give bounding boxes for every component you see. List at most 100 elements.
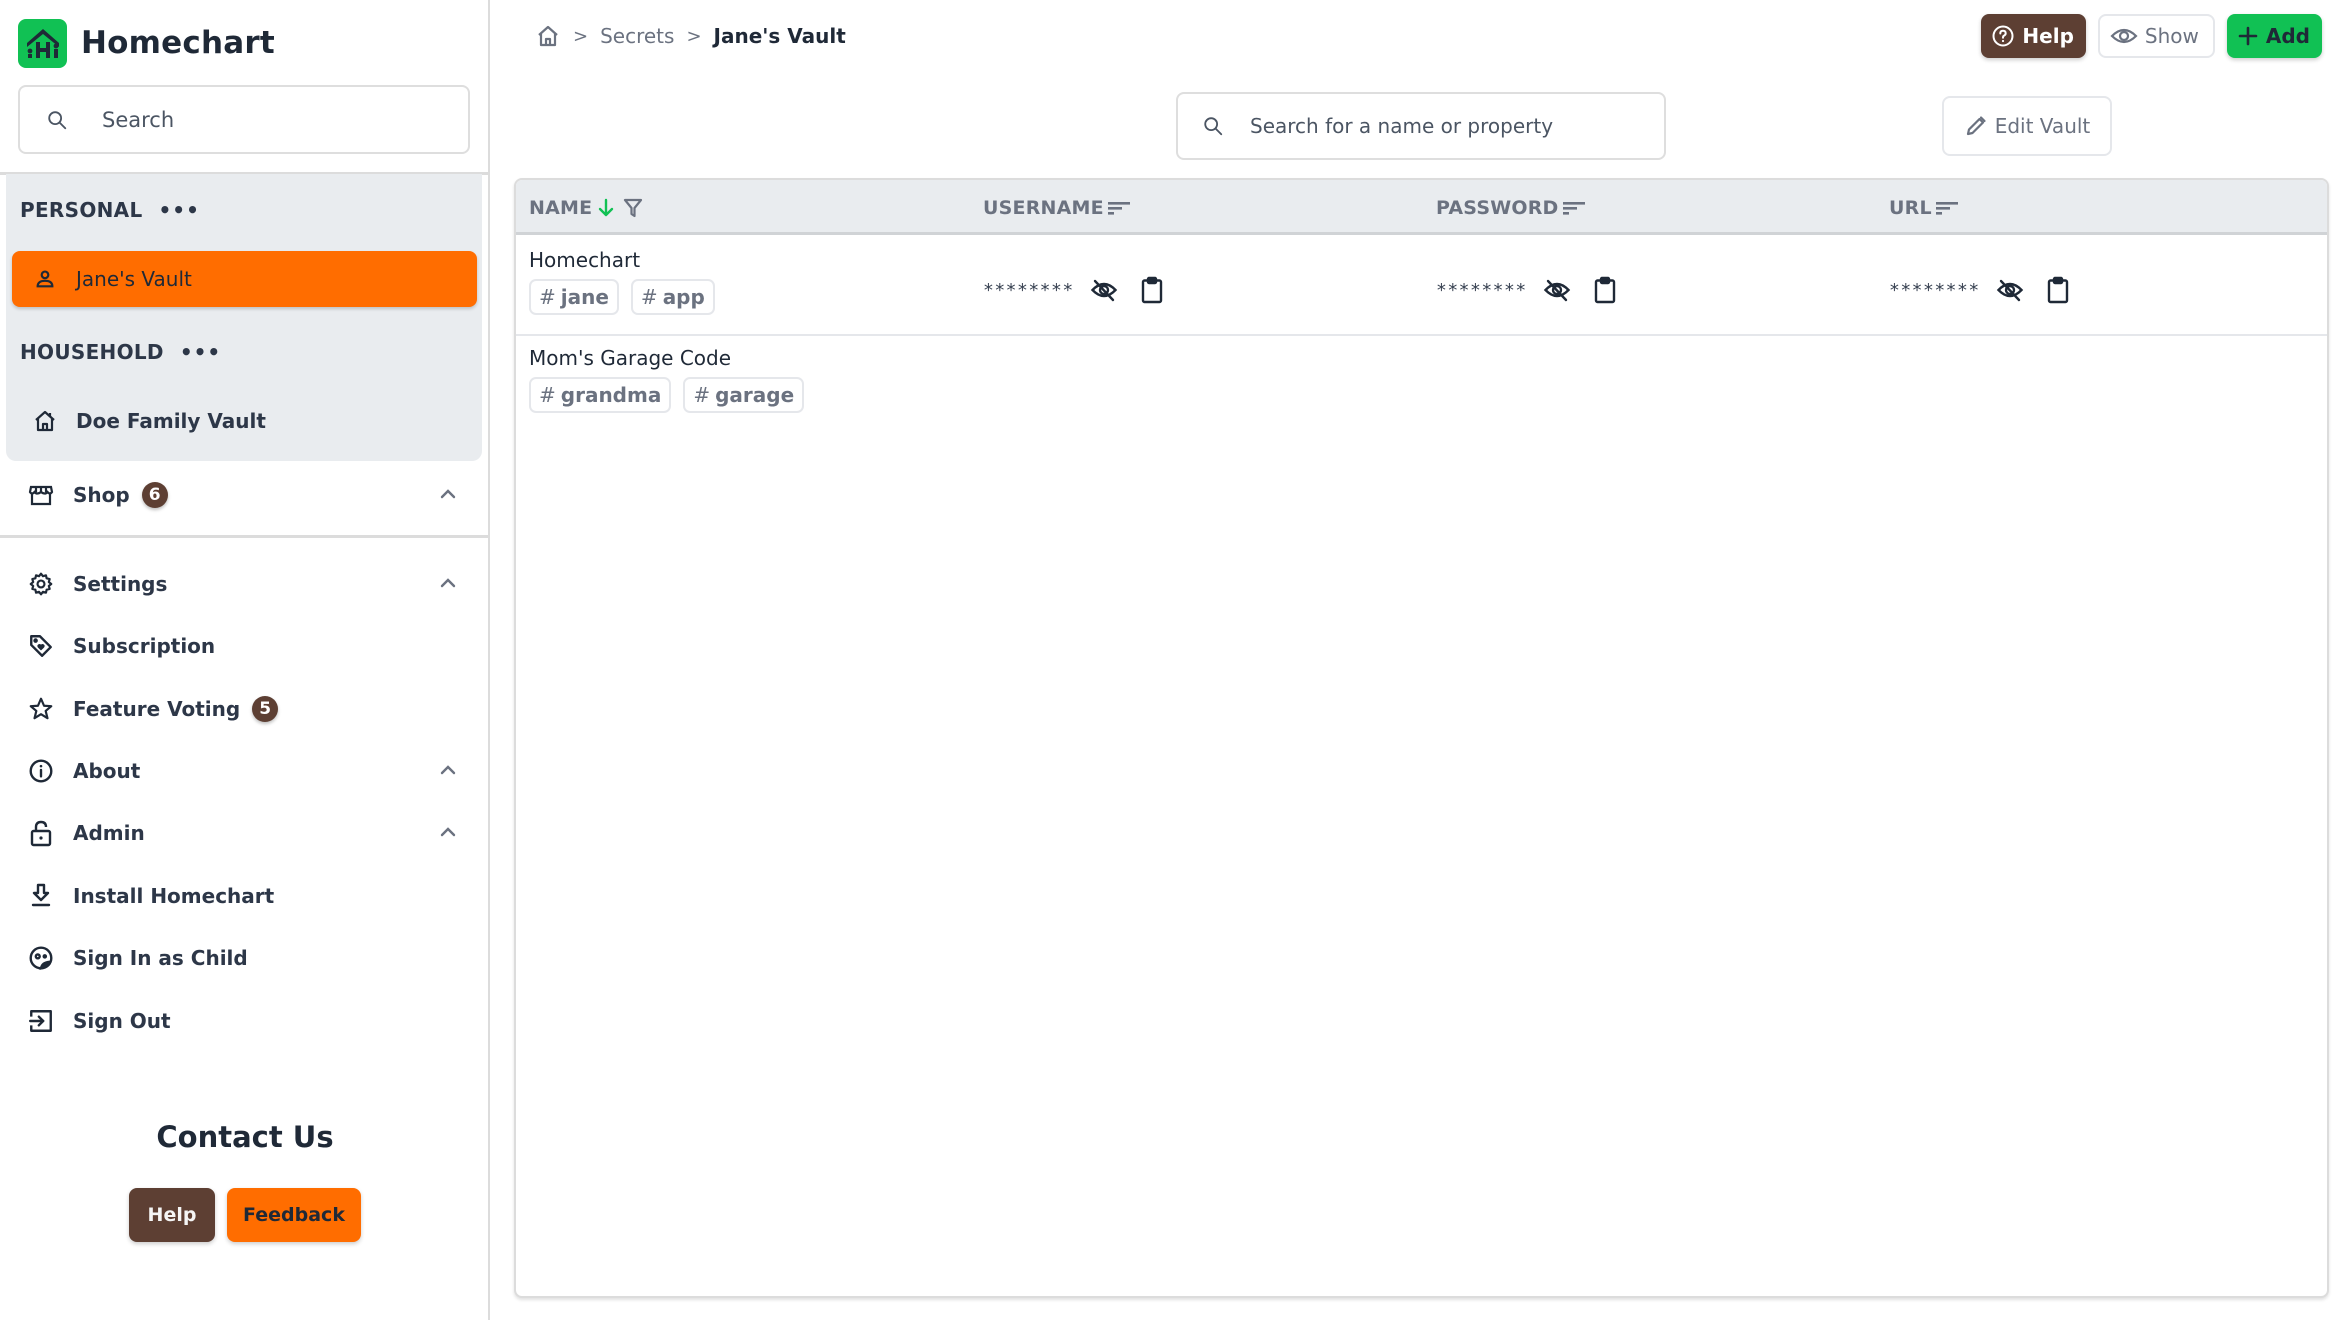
breadcrumb-current: Jane's Vault (713, 24, 846, 48)
edit-vault-button[interactable]: Edit Vault (1942, 96, 2112, 156)
masked-value: ******** (1889, 279, 1980, 301)
secret-name[interactable]: Mom's Garage Code (529, 346, 804, 370)
sidebar-item-label: Sign Out (73, 1009, 171, 1033)
question-circle-icon (1991, 24, 2015, 48)
secret-name[interactable]: Homechart (529, 248, 715, 272)
sidebar-item-label: Admin (73, 821, 145, 845)
contact-buttons: Help Feedback (0, 1188, 490, 1242)
star-icon (26, 694, 56, 724)
sidebar-search-input[interactable] (102, 107, 442, 132)
sidebar-item-label: Doe Family Vault (76, 409, 266, 433)
table-header: NAME USERNAME PASSWORD URL (516, 180, 2327, 235)
column-label: NAME (529, 196, 593, 219)
username-cell: ******** (983, 274, 1168, 306)
sidebar-item-feature-voting[interactable]: Feature Voting 5 (0, 684, 490, 734)
column-header-password[interactable]: PASSWORD (1436, 180, 1586, 235)
sort-descending-icon[interactable] (595, 197, 617, 219)
tag[interactable]: # grandma (529, 377, 672, 413)
tag[interactable]: # garage (683, 377, 805, 413)
breadcrumb-secrets[interactable]: Secrets (600, 24, 674, 48)
contact-us-heading: Contact Us (156, 1120, 334, 1154)
top-actions: Help Show Add (1981, 14, 2322, 58)
eye-icon (2110, 26, 2138, 46)
eye-off-icon[interactable] (1994, 274, 2026, 306)
sidebar-item-janes-vault[interactable]: Jane's Vault (12, 251, 477, 307)
tag[interactable]: # jane (529, 279, 619, 315)
sidebar-item-label: Feature Voting (73, 697, 241, 721)
column-label: USERNAME (983, 196, 1104, 219)
breadcrumb: > Secrets > Jane's Vault (535, 20, 846, 52)
group-menu-icon[interactable]: ••• (159, 198, 200, 222)
tag-label: jane (560, 285, 609, 309)
tag-list: # grandma # garage (529, 377, 805, 413)
sidebar-item-sign-out[interactable]: Sign Out (0, 996, 490, 1046)
person-icon (30, 264, 60, 294)
secrets-search-input[interactable] (1250, 114, 1650, 138)
chevron-up-icon[interactable] (436, 482, 460, 506)
sidebar: Homechart PERSONAL ••• Jane's Vault HOUS… (0, 0, 490, 1320)
column-header-url[interactable]: URL (1889, 180, 1959, 235)
sidebar-item-label: Install Homechart (73, 884, 275, 908)
eye-off-icon[interactable] (1541, 274, 1573, 306)
tag-label: grandma (560, 383, 662, 407)
sidebar-item-doe-family-vault[interactable]: Doe Family Vault (12, 393, 477, 449)
sort-lines-icon[interactable] (1107, 199, 1131, 217)
sidebar-item-about[interactable]: About (0, 746, 490, 796)
gear-icon (26, 569, 56, 599)
sort-lines-icon[interactable] (1935, 199, 1959, 217)
table-row[interactable]: Mom's Garage Code # grandma # garage (516, 336, 2327, 434)
help-label: Help (2022, 24, 2074, 48)
chevron-up-icon[interactable] (436, 758, 460, 782)
clipboard-icon[interactable] (2042, 274, 2074, 306)
hash-icon: # (539, 285, 556, 309)
column-header-username[interactable]: USERNAME (983, 180, 1131, 235)
group-label: PERSONAL (20, 198, 143, 222)
sidebar-item-shop[interactable]: Shop 6 (0, 470, 490, 520)
sidebar-item-label: Settings (73, 572, 168, 596)
sidebar-item-install-homechart[interactable]: Install Homechart (0, 871, 490, 921)
search-icon (42, 105, 72, 135)
child-face-icon (26, 943, 56, 973)
tag-list: # jane # app (529, 279, 715, 315)
group-label: HOUSEHOLD (20, 340, 164, 364)
column-header-name[interactable]: NAME (529, 180, 643, 235)
masked-value: ******** (1436, 279, 1527, 301)
sidebar-item-settings[interactable]: Settings (0, 559, 490, 609)
group-menu-icon[interactable]: ••• (180, 340, 221, 364)
table-row[interactable]: Homechart #jane #app ******** ******** (516, 238, 2327, 336)
storefront-icon (26, 480, 56, 510)
info-icon (26, 756, 56, 786)
hash-icon: # (539, 383, 556, 407)
secrets-table: NAME USERNAME PASSWORD URL Homechart # j… (514, 178, 2329, 1298)
chevron-up-icon[interactable] (436, 571, 460, 595)
secrets-search[interactable] (1176, 92, 1666, 160)
sidebar-item-label: Sign In as Child (73, 946, 248, 970)
brand[interactable]: Homechart (18, 18, 275, 68)
breadcrumb-separator: > (686, 25, 702, 47)
eye-off-icon[interactable] (1088, 274, 1120, 306)
group-household: HOUSEHOLD ••• (20, 340, 221, 364)
filter-icon[interactable] (623, 197, 643, 219)
feedback-button[interactable]: Feedback (227, 1188, 361, 1242)
sidebar-item-subscription[interactable]: Subscription (0, 621, 490, 671)
show-button[interactable]: Show (2097, 14, 2215, 58)
home-icon[interactable] (535, 23, 561, 49)
sidebar-search[interactable] (18, 85, 470, 154)
edit-vault-label: Edit Vault (1994, 114, 2091, 138)
clipboard-icon[interactable] (1589, 274, 1621, 306)
chevron-up-icon[interactable] (436, 820, 460, 844)
house-icon (30, 406, 60, 436)
add-button[interactable]: Add (2226, 14, 2322, 58)
sort-lines-icon[interactable] (1562, 199, 1586, 217)
sidebar-item-sign-in-as-child[interactable]: Sign In as Child (0, 933, 490, 983)
tag-heart-icon (26, 631, 56, 661)
contact-help-button[interactable]: Help (129, 1188, 215, 1242)
group-personal: PERSONAL ••• (20, 198, 200, 222)
sidebar-item-admin[interactable]: Admin (0, 808, 490, 858)
unlock-icon (26, 818, 56, 848)
help-button[interactable]: Help (1981, 14, 2086, 58)
password-cell: ******** (1436, 274, 1621, 306)
tag[interactable]: # app (630, 279, 715, 315)
search-icon (1198, 111, 1228, 141)
clipboard-icon[interactable] (1136, 274, 1168, 306)
